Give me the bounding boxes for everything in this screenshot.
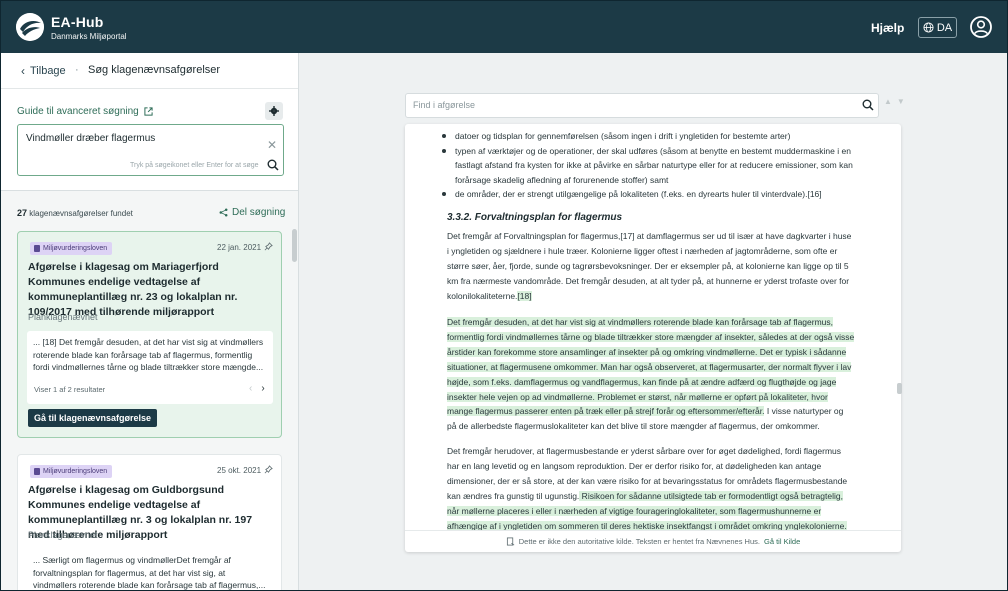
gear-icon [269,106,279,116]
law-tag: Miljøvurderingsloven [30,242,113,255]
document-paragraph: Det fremgår desuden, at det har vist sig… [447,315,855,434]
chevron-left-icon[interactable]: ‹ [249,383,252,396]
search-panel: ‹ Tilbage · Søg klagenævnsafgørelser Gui… [1,53,299,590]
highlighted-passage: Det fremgår desuden, at det har vist sig… [447,317,855,417]
result-count: 27 klagenævnsafgørelser fundet [17,208,133,218]
result-card[interactable]: Miljøvurderingsloven 22 jan. 2021 Afgøre… [17,231,282,438]
list-item: de områder, der er strengt utilgængelige… [442,187,855,202]
section-heading: 3.3.2. Forvaltningsplan for flagermus [447,212,623,223]
breadcrumb: ‹ Tilbage · Søg klagenævnsafgørelser [1,53,298,89]
user-account-icon[interactable] [970,16,992,38]
find-navigation: ▲ ▼ [884,97,905,106]
search-input[interactable]: Vindmøller dræber flagermus ✕ Tryk på sø… [17,124,284,176]
chevron-left-icon: ‹ [21,64,25,78]
card-snippet: ... [18] Det fremgår desuden, at det har… [27,331,273,404]
go-to-source-link[interactable]: Gå til Kilde [764,537,800,546]
chevron-up-icon[interactable]: ▲ [884,97,892,106]
result-count-label: klagenævnsafgørelser fundet [29,209,133,218]
law-tag: Miljøvurderingsloven [30,465,113,478]
find-placeholder: Find i afgørelse [413,100,476,110]
law-tag-label: Miljøvurderingsloven [43,468,108,475]
list-item: typen af værktøjer og de operationer, de… [442,144,855,188]
share-label: Del søgning [232,207,286,218]
search-icon[interactable] [267,159,279,171]
search-icon[interactable] [862,99,874,111]
results-scrollbar[interactable] [292,229,297,262]
card-source: Planklagenævnet [28,312,98,322]
card-title[interactable]: Afgørelse i klagesag om Mariagerfjord Ko… [28,260,268,320]
find-in-document-input[interactable]: Find i afgørelse [405,93,879,118]
paragraph-text: Det fremgår af Forvaltningsplan for flag… [447,231,852,301]
source-notice-text: Dette er ikke den autoritative kilde. Te… [518,537,760,546]
language-button[interactable]: DA [918,17,957,38]
ea-hub-logo-icon[interactable] [16,13,44,41]
document-paragraph: Det fremgår af Forvaltningsplan for flag… [447,229,855,304]
document-viewer: datoer og tidsplan for gennemførelsen (s… [405,124,901,552]
breadcrumb-separator: · [75,64,79,76]
book-icon [34,468,40,475]
card-date: 25 okt. 2021 [217,466,262,475]
language-label: DA [936,21,953,34]
document-paragraph: Det fremgår herudover, at flagermusbesta… [447,444,855,530]
list-item: datoer og tidsplan for gennemførelsen (s… [442,129,855,144]
back-label: Tilbage [30,65,66,77]
brand-title: EA-Hub [51,14,104,30]
search-hint: Tryk på søgeikonet eller Enter for at sø… [130,162,259,169]
results-list: 27 klagenævnsafgørelser fundet Del søgni… [1,191,298,590]
guide-label: Guide til avanceret søgning [17,106,139,117]
pin-icon[interactable] [264,242,273,251]
search-settings-button[interactable] [265,102,283,120]
law-tag-label: Miljøvurderingsloven [43,245,108,252]
source-notice: Dette er ikke den autoritative kilde. Te… [405,530,901,552]
snippet-pager: ‹ › [249,383,265,396]
search-input-value: Vindmøller dræber flagermus [26,133,156,144]
open-decision-button[interactable]: Gå til klagenævnsafgørelse [28,409,158,427]
pin-icon[interactable] [264,465,273,474]
card-source: Planklagenævnet [28,530,98,540]
result-count-number: 27 [17,208,28,218]
app-window: EA-Hub Danmarks Miljøportal Hjælp DA ‹ T… [0,0,1008,591]
chevron-down-icon[interactable]: ▼ [897,97,905,106]
snippet-text: ... [18] Det fremgår desuden, at det har… [33,337,264,372]
clear-search-icon[interactable]: ✕ [267,138,277,152]
document-body: datoer og tidsplan for gennemførelsen (s… [405,124,901,530]
top-header: EA-Hub Danmarks Miljøportal Hjælp DA [1,1,1007,53]
share-icon [219,208,228,217]
document-icon [506,537,515,546]
advanced-search-guide-link[interactable]: Guide til avanceret søgning [17,106,153,117]
back-link[interactable]: ‹ Tilbage [21,64,66,78]
footnote-ref[interactable]: [18] [517,290,532,301]
chevron-right-icon[interactable]: › [261,383,264,396]
globe-icon [923,22,934,33]
result-card[interactable]: Miljøvurderingsloven 25 okt. 2021 Afgøre… [17,454,282,590]
external-link-icon [144,107,153,116]
document-bullet-list: datoer og tidsplan for gennemførelsen (s… [442,129,855,202]
help-link[interactable]: Hjælp [871,21,904,35]
book-icon [34,245,40,252]
brand-subtitle: Danmarks Miljøportal [51,32,127,41]
snippet-result-count: Viser 1 af 2 resultater [34,385,106,394]
card-date: 22 jan. 2021 [217,243,262,252]
share-search-button[interactable]: Del søgning [219,207,285,218]
card-snippet: ... Særligt om flagermus og vindmøllerDe… [27,549,273,590]
page-title: Søg klagenævnsafgørelser [88,64,221,76]
document-scrollbar[interactable] [897,383,902,394]
